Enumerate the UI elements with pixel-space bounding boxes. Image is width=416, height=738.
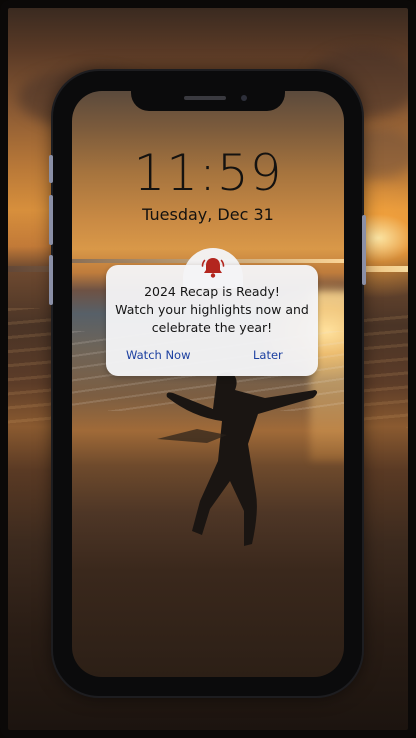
volume-down-button [49, 195, 53, 245]
volume-down-button-lower [49, 255, 53, 305]
power-button [362, 215, 366, 285]
earpiece-speaker [184, 96, 226, 100]
later-button[interactable]: Later [253, 348, 283, 362]
notification-body-line-2: celebrate the year! [151, 320, 273, 335]
front-camera [241, 95, 247, 101]
watch-now-button[interactable]: Watch Now [126, 348, 191, 362]
notification-message: 2024 Recap is Ready! Watch your highligh… [106, 283, 318, 337]
volume-up-button [49, 155, 53, 183]
notification-actions: Watch Now Later [106, 348, 318, 366]
bell-icon [201, 258, 225, 278]
notification-title: 2024 Recap is Ready! [144, 284, 280, 299]
notification-body-line-1: Watch your highlights now and [115, 302, 309, 317]
notch [131, 91, 285, 111]
lock-screen-date: Tuesday, Dec 31 [142, 205, 274, 224]
lock-screen-time: 11:59 [133, 144, 283, 202]
